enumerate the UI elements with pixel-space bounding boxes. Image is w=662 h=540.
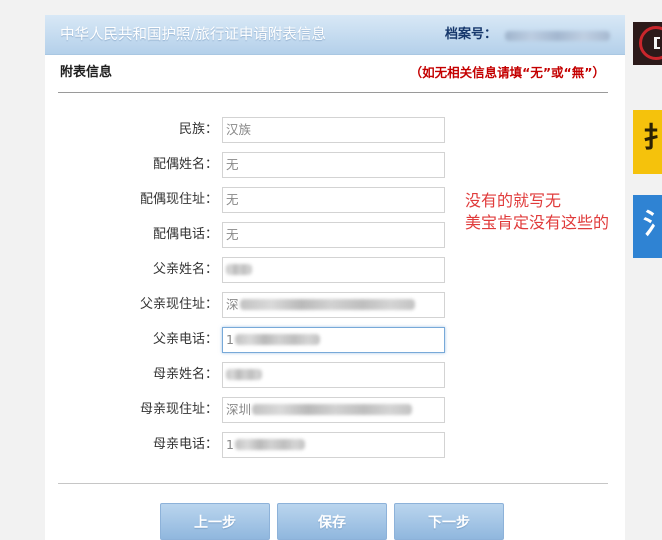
label-ethnicity: 民族：: [178, 122, 218, 137]
annotation-line-1: 没有的就写无: [465, 191, 562, 210]
divider-top: [58, 92, 608, 93]
sidebar-tile-yellow-text: 扌: [643, 121, 662, 154]
sidebar-tile-blue[interactable]: 氵: [633, 195, 662, 258]
field-value: 汉族: [226, 122, 252, 137]
appendix-form-panel: 中华人民共和国护照/旅行证申请附表信息 档案号： 附表信息 （如无相关信息请填“…: [45, 15, 625, 540]
father-name-input[interactable]: [222, 257, 445, 283]
label-spouse-address: 配偶现住址：: [139, 192, 218, 207]
label-mother-address: 母亲现住址：: [139, 402, 218, 417]
spouse-phone-input[interactable]: 无: [222, 222, 445, 248]
sidebar-tile-yellow[interactable]: 扌: [633, 110, 662, 174]
ethnicity-input[interactable]: 汉族: [222, 117, 445, 143]
form-title: 中华人民共和国护照/旅行证申请附表信息: [60, 27, 326, 43]
section-note: （如无相关信息请填“无”或“無”）: [409, 65, 605, 80]
form-header: 中华人民共和国护照/旅行证申请附表信息 档案号：: [45, 15, 625, 55]
redacted-value: [226, 264, 252, 275]
mother-phone-input[interactable]: 1: [222, 432, 445, 458]
label-spouse-name: 配偶姓名：: [152, 157, 218, 172]
redacted-value: [239, 299, 415, 310]
section-title: 附表信息: [60, 65, 113, 80]
form-row-mother-name: 母亲姓名：: [45, 362, 625, 388]
redacted-value: [226, 369, 262, 380]
form-row-spouse-name: 配偶姓名： 无: [45, 152, 625, 178]
redacted-value: [252, 404, 413, 415]
field-value: 1: [226, 437, 234, 452]
sidebar-banner-image[interactable]: [633, 22, 662, 65]
form-row-father-name: 父亲姓名：: [45, 257, 625, 283]
next-step-button[interactable]: 下一步: [394, 503, 504, 540]
mother-name-input[interactable]: [222, 362, 445, 388]
form-row-ethnicity: 民族： 汉族: [45, 117, 625, 143]
divider-bottom: [58, 483, 608, 484]
field-value: 无: [226, 192, 239, 207]
label-spouse-phone: 配偶电话：: [152, 227, 218, 242]
form-row-mother-address: 母亲现住址： 深圳: [45, 397, 625, 423]
field-value: 无: [226, 157, 239, 172]
annotation-line-2: 美宝肯定没有这些的: [465, 213, 610, 232]
spouse-name-input[interactable]: 无: [222, 152, 445, 178]
mother-address-input[interactable]: 深圳: [222, 397, 445, 423]
form-row-father-phone: 父亲电话： 1: [45, 327, 625, 353]
label-father-address: 父亲现住址：: [139, 297, 218, 312]
archive-number-label: 档案号：: [445, 27, 498, 42]
field-value: 1: [226, 332, 234, 347]
label-mother-phone: 母亲电话：: [152, 437, 218, 452]
spouse-address-input[interactable]: 无: [222, 187, 445, 213]
form-row-father-address: 父亲现住址： 深: [45, 292, 625, 318]
banner-mark-graphic: [654, 37, 660, 49]
prev-step-button[interactable]: 上一步: [160, 503, 270, 540]
archive-number-value-redacted: [505, 31, 610, 41]
sidebar-tile-blue-text: 氵: [643, 207, 662, 240]
field-value: 深圳: [226, 402, 252, 417]
father-address-input[interactable]: 深: [222, 292, 445, 318]
save-button[interactable]: 保存: [277, 503, 387, 540]
redacted-value: [234, 334, 320, 345]
redacted-value: [234, 439, 305, 450]
label-father-phone: 父亲电话：: [152, 332, 218, 347]
red-annotation: 没有的就写无 美宝肯定没有这些的: [465, 190, 609, 234]
label-father-name: 父亲姓名：: [152, 262, 218, 277]
field-value: 无: [226, 227, 239, 242]
field-value: 深: [226, 297, 239, 312]
father-phone-input[interactable]: 1: [222, 327, 445, 353]
label-mother-name: 母亲姓名：: [152, 367, 218, 382]
form-row-mother-phone: 母亲电话： 1: [45, 432, 625, 458]
